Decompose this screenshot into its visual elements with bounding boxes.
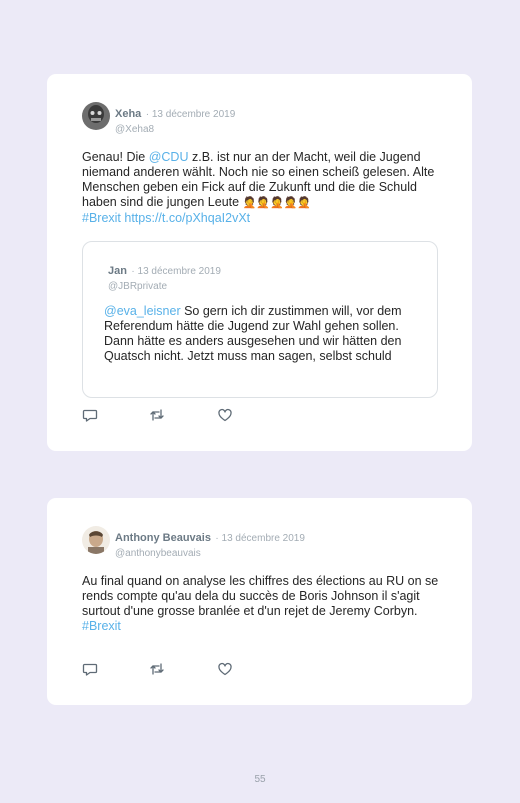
avatar[interactable]: [82, 526, 110, 554]
tweet-actions: [82, 407, 242, 423]
tweet-text: Au final quand on analyse les chiffres d…: [82, 574, 442, 634]
heart-icon[interactable]: [217, 661, 233, 677]
quoted-author-handle[interactable]: @JBRprivate: [108, 281, 221, 292]
tweet-text-part: Au final quand on analyse les chiffres d…: [82, 574, 439, 618]
hashtag-link[interactable]: #Brexit: [82, 211, 121, 225]
tweet-date[interactable]: · 13 décembre 2019: [215, 533, 305, 544]
quoted-author-name[interactable]: Jan: [108, 265, 127, 277]
hashtag-link[interactable]: #Brexit: [82, 619, 121, 633]
url-link[interactable]: https://t.co/pXhqaI2vXt: [121, 211, 250, 225]
avatar[interactable]: [82, 102, 110, 130]
quoted-header: Jan · 13 décembre 2019 @JBRprivate: [108, 261, 221, 292]
mention-link[interactable]: @CDU: [149, 150, 189, 164]
retweet-icon[interactable]: [149, 661, 165, 677]
reply-icon[interactable]: [82, 407, 98, 423]
tweet-text: Genau! Die @CDU z.B. ist nur an der Mach…: [82, 150, 442, 226]
author-handle[interactable]: @anthonybeauvais: [115, 548, 305, 559]
reply-icon[interactable]: [82, 661, 98, 677]
tweet-card: Xeha · 13 décembre 2019 @Xeha8 Genau! Di…: [47, 74, 472, 451]
author-name[interactable]: Xeha: [115, 108, 141, 120]
tweet-text-part: Genau! Die: [82, 150, 149, 164]
facepalm-emoji: 🤦🤦🤦🤦🤦: [242, 197, 312, 209]
tweet-actions: [82, 661, 242, 677]
author-name[interactable]: Anthony Beauvais: [115, 532, 211, 544]
tweet-header: Anthony Beauvais · 13 décembre 2019 @ant…: [115, 528, 305, 559]
author-handle[interactable]: @Xeha8: [115, 124, 235, 135]
quoted-text: @eva_leisner So gern ich dir zustimmen w…: [104, 304, 422, 364]
quoted-tweet[interactable]: Jan · 13 décembre 2019 @JBRprivate @eva_…: [82, 241, 438, 398]
heart-icon[interactable]: [217, 407, 233, 423]
retweet-icon[interactable]: [149, 407, 165, 423]
tweet-date[interactable]: · 13 décembre 2019: [146, 109, 236, 120]
quoted-date[interactable]: · 13 décembre 2019: [131, 266, 221, 277]
tweet-header: Xeha · 13 décembre 2019 @Xeha8: [115, 104, 235, 135]
mention-link[interactable]: @eva_leisner: [104, 304, 181, 318]
tweet-card: Anthony Beauvais · 13 décembre 2019 @ant…: [47, 498, 472, 705]
page-number: 55: [254, 774, 266, 785]
